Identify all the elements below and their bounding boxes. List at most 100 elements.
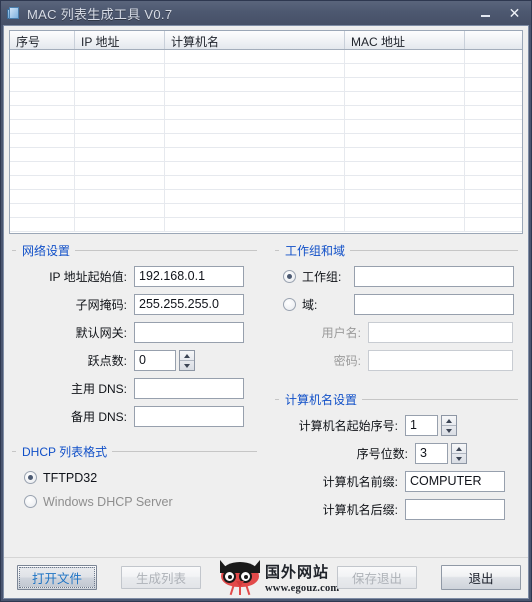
table-row[interactable]	[10, 190, 522, 204]
ip-start-input[interactable]: 192.168.0.1	[134, 266, 244, 287]
table-cell	[345, 162, 465, 175]
table-row[interactable]	[10, 218, 522, 232]
table-cell	[165, 176, 345, 189]
start-index-input[interactable]: 1	[405, 415, 438, 436]
table-row[interactable]	[10, 78, 522, 92]
label-hops: 跃点数:	[87, 354, 127, 368]
table-row[interactable]	[10, 148, 522, 162]
title-bar[interactable]: MAC 列表生成工具 V0.7 ✕	[1, 1, 531, 25]
table-cell	[10, 92, 75, 105]
table-cell	[10, 134, 75, 147]
prefix-input[interactable]: COMPUTER	[405, 471, 505, 492]
table-row[interactable]	[10, 134, 522, 148]
application-window: MAC 列表生成工具 V0.7 ✕ 序号 IP 地址 计算机名 MAC 地址 网…	[0, 0, 532, 602]
table-cell	[75, 218, 165, 231]
hops-spin-down[interactable]	[180, 361, 194, 370]
table-cell	[165, 134, 345, 147]
table-cell	[10, 204, 75, 217]
table-cell	[75, 190, 165, 203]
table-cell	[75, 106, 165, 119]
column-header-mac[interactable]: MAC 地址	[345, 31, 465, 49]
table-cell	[465, 134, 522, 147]
table-row[interactable]	[10, 92, 522, 106]
radio-tftpd32[interactable]: TFTPD32	[24, 467, 257, 488]
dhcp-format-header: DHCP 列表格式	[12, 443, 257, 460]
table-row[interactable]	[10, 204, 522, 218]
watermark-text: 国外网站 www.egouz.com	[265, 564, 339, 595]
subnet-input[interactable]: 255.255.255.0	[134, 294, 244, 315]
minimize-button[interactable]	[471, 3, 500, 23]
label-domain: 域:	[302, 298, 318, 312]
network-settings-group: 网络设置 IP 地址起始值: 192.168.0.1 子网掩码: 255.255…	[12, 240, 257, 427]
start-index-spin-buttons[interactable]	[441, 415, 457, 436]
column-header-ip[interactable]: IP 地址	[75, 31, 165, 49]
hops-stepper[interactable]: 0	[134, 350, 195, 371]
table-cell	[165, 218, 345, 231]
start-index-spin-down[interactable]	[442, 426, 456, 435]
table-row[interactable]	[10, 162, 522, 176]
table-cell	[465, 204, 522, 217]
start-index-spin-up[interactable]	[442, 416, 456, 426]
table-cell	[10, 64, 75, 77]
gateway-input[interactable]	[134, 322, 244, 343]
digits-stepper[interactable]: 3	[415, 443, 467, 464]
table-cell	[465, 190, 522, 203]
digits-spin-up[interactable]	[452, 444, 466, 454]
hops-input[interactable]: 0	[134, 350, 176, 371]
table-row[interactable]	[10, 106, 522, 120]
network-settings-header: 网络设置	[12, 242, 257, 259]
open-file-button[interactable]: 打开文件	[17, 565, 97, 590]
table-row[interactable]	[10, 64, 522, 78]
generate-list-button[interactable]: 生成列表	[121, 566, 201, 589]
table-cell	[345, 78, 465, 91]
table-row[interactable]	[10, 50, 522, 64]
column-header-extra[interactable]	[465, 31, 522, 49]
radio-workgroup-indicator[interactable]	[283, 270, 296, 283]
hops-spin-up[interactable]	[180, 351, 194, 361]
window-title: MAC 列表生成工具 V0.7	[27, 6, 173, 22]
save-exit-button-label: 保存退出	[351, 572, 402, 586]
table-cell	[10, 162, 75, 175]
radio-windows-dhcp-indicator[interactable]	[24, 495, 37, 508]
dns-primary-input[interactable]	[134, 378, 244, 399]
table-row[interactable]	[10, 176, 522, 190]
table-cell	[345, 190, 465, 203]
radio-windows-dhcp[interactable]: Windows DHCP Server	[24, 491, 257, 512]
workgroup-domain-group: 工作组和域 工作组: 域: 用户名: 密码:	[275, 240, 518, 371]
domain-input[interactable]	[354, 294, 514, 315]
digits-spin-down[interactable]	[452, 454, 466, 463]
radio-tftpd32-indicator[interactable]	[24, 471, 37, 484]
row-dns-backup: 备用 DNS:	[12, 406, 257, 427]
table-row[interactable]	[10, 120, 522, 134]
table-cell	[465, 162, 522, 175]
close-button[interactable]: ✕	[500, 3, 529, 23]
suffix-input[interactable]	[405, 499, 505, 520]
dns-backup-input[interactable]	[134, 406, 244, 427]
table-cell	[10, 176, 75, 189]
table-cell	[465, 50, 522, 63]
table-cell	[165, 148, 345, 161]
workgroup-input[interactable]	[354, 266, 514, 287]
radio-domain-indicator[interactable]	[283, 298, 296, 311]
start-index-stepper[interactable]: 1	[405, 415, 457, 436]
mac-list-table[interactable]: 序号 IP 地址 计算机名 MAC 地址	[9, 30, 523, 234]
table-cell	[345, 148, 465, 161]
client-area: 序号 IP 地址 计算机名 MAC 地址 网络设置 IP 地址起始值: 192.…	[3, 25, 529, 599]
row-suffix: 计算机名后缀:	[275, 499, 518, 520]
table-cell	[165, 50, 345, 63]
column-header-index[interactable]: 序号	[10, 31, 75, 49]
digits-spin-buttons[interactable]	[451, 443, 467, 464]
column-header-hostname[interactable]: 计算机名	[165, 31, 345, 49]
exit-button[interactable]: 退出	[441, 565, 521, 590]
save-exit-button[interactable]: 保存退出	[337, 566, 417, 589]
label-password: 密码:	[333, 354, 361, 368]
table-cell	[465, 120, 522, 133]
table-cell	[465, 64, 522, 77]
chevron-down-icon	[446, 428, 452, 433]
table-cell	[165, 204, 345, 217]
digits-input[interactable]: 3	[415, 443, 448, 464]
table-cell	[10, 148, 75, 161]
hops-spin-buttons[interactable]	[179, 350, 195, 371]
chevron-up-icon	[456, 446, 462, 451]
table-cell	[75, 64, 165, 77]
